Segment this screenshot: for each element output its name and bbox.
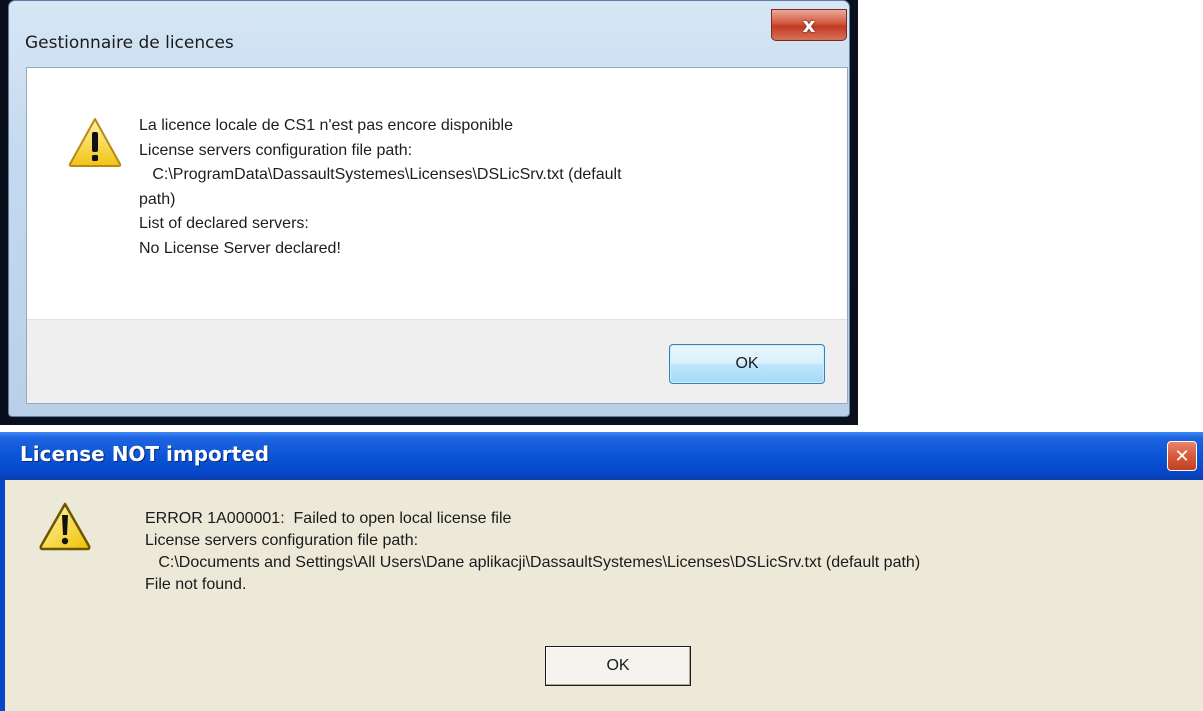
close-button[interactable]: x <box>771 9 847 41</box>
ok-button[interactable]: OK <box>545 646 691 686</box>
dialog-content: ERROR 1A000001: Failed to open local lic… <box>0 480 1203 711</box>
title-bar: License NOT imported ✕ <box>0 432 1203 480</box>
close-icon: ✕ <box>1174 445 1190 467</box>
warning-icon <box>39 502 91 551</box>
license-not-imported-dialog: License NOT imported ✕ ERROR 1A000001: F… <box>0 432 1203 711</box>
message-line: La licence locale de CS1 n'est pas encor… <box>139 117 513 134</box>
ok-button[interactable]: OK <box>669 344 825 384</box>
message-line: License servers configuration file path: <box>145 532 419 549</box>
message-line: File not found. <box>145 576 247 593</box>
dialog-content: La licence locale de CS1 n'est pas encor… <box>26 67 848 404</box>
message-text: La licence locale de CS1 n'est pas encor… <box>139 114 799 261</box>
warning-icon <box>68 118 122 167</box>
close-button[interactable]: ✕ <box>1167 441 1197 471</box>
message-line: License servers configuration file path: <box>139 141 413 159</box>
close-icon: x <box>802 13 816 37</box>
message-line: No License Server declared! <box>139 239 341 257</box>
message-text: ERROR 1A000001: Failed to open local lic… <box>145 508 1203 596</box>
message-line: C:\ProgramData\DassaultSystemes\Licenses… <box>139 166 622 183</box>
window-title: Gestionnaire de licences <box>25 33 234 53</box>
message-line: C:\Documents and Settings\All Users\Dane… <box>145 554 921 571</box>
license-manager-dialog: Gestionnaire de licences x La licence lo… <box>0 0 858 425</box>
message-line: ERROR 1A000001: Failed to open local lic… <box>145 510 512 527</box>
message-line: path) <box>139 190 176 208</box>
window-title: License NOT imported <box>20 442 270 466</box>
message-line: List of declared servers: <box>139 215 309 232</box>
